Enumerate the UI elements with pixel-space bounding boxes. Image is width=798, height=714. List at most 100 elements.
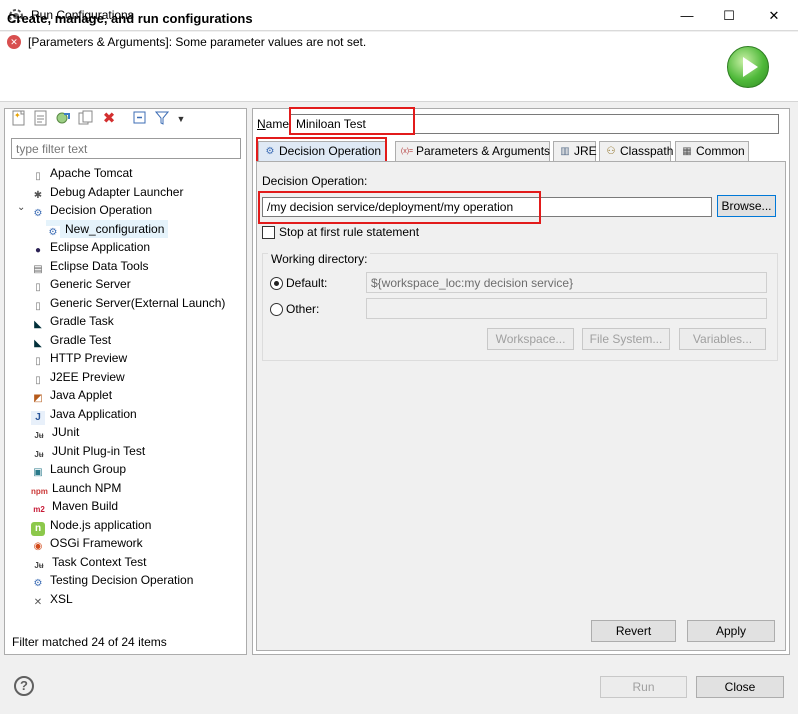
tab-label: Parameters & Arguments bbox=[416, 144, 551, 158]
tree-item[interactable]: npm Launch NPM bbox=[31, 479, 122, 499]
tree-item-label: Decision Operation bbox=[50, 203, 153, 217]
tree-item[interactable]: ✕ XSL bbox=[31, 590, 73, 610]
tab-label: Decision Operation bbox=[279, 144, 382, 158]
error-message: [Parameters & Arguments]: Some parameter… bbox=[28, 35, 367, 49]
other-directory-field[interactable] bbox=[366, 298, 767, 319]
default-radio[interactable] bbox=[270, 277, 283, 290]
tree-item-label: Gradle Test bbox=[50, 332, 112, 347]
default-label: Default: bbox=[286, 276, 328, 290]
tab-common[interactable]: ▦ Common bbox=[675, 141, 749, 162]
decision-icon: ⚙ bbox=[265, 146, 275, 157]
tree-item[interactable]: ▣ Launch Group bbox=[31, 460, 127, 480]
tree-item-label: Eclipse Data Tools bbox=[50, 258, 149, 273]
run-button[interactable]: Run bbox=[600, 676, 687, 698]
new-prototype-icon[interactable] bbox=[32, 110, 50, 128]
filter-icon[interactable] bbox=[153, 110, 171, 128]
tree-item[interactable]: ▯ Generic Server bbox=[31, 275, 131, 295]
working-directory-label: Working directory: bbox=[268, 252, 371, 266]
tree-item-label: Launch NPM bbox=[52, 480, 122, 495]
variables-button[interactable]: Variables... bbox=[679, 328, 766, 350]
maximize-button[interactable]: ☐ bbox=[706, 0, 752, 31]
tree-item-label: JUnit bbox=[52, 425, 80, 439]
tree-item[interactable]: Jʉ JUnit bbox=[31, 423, 80, 443]
tree-item[interactable]: ◣ Gradle Test bbox=[31, 331, 112, 351]
new-configuration-icon[interactable]: ✦ bbox=[10, 110, 28, 128]
tree-item[interactable]: ⚙ Decision Operation bbox=[31, 201, 153, 221]
tab-jre[interactable]: ▥ JRE bbox=[553, 141, 597, 162]
close-window-button[interactable]: ✕ bbox=[751, 0, 797, 31]
tree-item[interactable]: ▯ HTTP Preview bbox=[31, 349, 128, 369]
close-button[interactable]: Close bbox=[696, 676, 784, 698]
help-icon[interactable]: ? bbox=[14, 676, 34, 696]
decision-operation-label: Decision Operation: bbox=[262, 174, 368, 188]
minimize-button[interactable]: — bbox=[664, 0, 710, 31]
tree-item-label: Node.js application bbox=[50, 517, 152, 532]
tree-item-label: XSL bbox=[50, 591, 73, 606]
tree-item[interactable]: ◣ Gradle Task bbox=[31, 312, 114, 332]
tree-item[interactable]: ⚙ New_configuration bbox=[46, 219, 169, 240]
export-icon[interactable] bbox=[54, 110, 72, 128]
name-label: Name: bbox=[257, 117, 293, 131]
filter-status: Filter matched 24 of 24 items bbox=[12, 635, 167, 649]
tree-item-label: Generic Server(External Launch) bbox=[50, 295, 226, 310]
tree-item[interactable]: n Node.js application bbox=[31, 516, 152, 536]
jre-icon: ▥ bbox=[560, 146, 570, 157]
tree-item[interactable]: ● Eclipse Application bbox=[31, 238, 151, 258]
tab-label: Classpath bbox=[620, 144, 674, 158]
tree-item-label: Java Applet bbox=[50, 388, 113, 402]
tab-parameters-arguments[interactable]: (x)= Parameters & Arguments bbox=[395, 141, 550, 162]
xsl-icon: ✕ bbox=[31, 595, 45, 610]
browse-button[interactable]: Browse... bbox=[717, 195, 776, 217]
view-menu-chevron-down-icon[interactable]: ▼ bbox=[172, 110, 190, 128]
tree-item-label: Maven Build bbox=[52, 499, 119, 513]
filter-input[interactable] bbox=[11, 138, 241, 159]
tree-item-label: JUnit Plug-in Test bbox=[52, 443, 146, 458]
tree-item-label: New_configuration bbox=[65, 221, 165, 236]
workspace-button[interactable]: Workspace... bbox=[487, 328, 574, 350]
run-banner-icon bbox=[727, 46, 769, 88]
tree-item[interactable]: Jʉ Task Context Test bbox=[31, 553, 147, 573]
revert-button[interactable]: Revert bbox=[591, 620, 676, 642]
tree-item-label: Launch Group bbox=[50, 462, 127, 476]
decision-icon: ⚙ bbox=[31, 207, 45, 221]
tree-item-label: Generic Server bbox=[50, 277, 131, 291]
tree-item[interactable]: ✱ Debug Adapter Launcher bbox=[31, 183, 184, 203]
tree-item[interactable]: ▯ Generic Server(External Launch) bbox=[31, 294, 226, 314]
delete-icon[interactable]: ✖ bbox=[100, 110, 118, 128]
other-radio[interactable] bbox=[270, 303, 283, 316]
error-icon: ✕ bbox=[7, 35, 21, 49]
decision-operation-field[interactable] bbox=[262, 197, 712, 217]
stop-at-first-rule-checkbox[interactable] bbox=[262, 226, 275, 239]
collapse-all-icon[interactable] bbox=[131, 110, 149, 128]
tree-item[interactable]: ◩ Java Applet bbox=[31, 386, 113, 406]
default-directory-field[interactable]: ${workspace_loc:my decision service} bbox=[366, 272, 767, 293]
tree-item[interactable]: ⚙ Testing Decision Operation bbox=[31, 571, 194, 591]
tree-item-label: Testing Decision Operation bbox=[50, 573, 194, 587]
tree-item-label: HTTP Preview bbox=[50, 351, 128, 365]
tree-item[interactable]: ▯ J2EE Preview bbox=[31, 368, 125, 388]
chevron-down-icon[interactable]: ⌄ bbox=[17, 202, 25, 213]
file-system-button[interactable]: File System... bbox=[582, 328, 670, 350]
tree-item-label: Eclipse Application bbox=[50, 240, 151, 254]
common-icon: ▦ bbox=[682, 146, 692, 157]
duplicate-icon[interactable] bbox=[77, 110, 95, 128]
apply-button[interactable]: Apply bbox=[687, 620, 775, 642]
tree-item-label: Debug Adapter Launcher bbox=[50, 184, 184, 199]
tree-item-label: Java Application bbox=[50, 406, 137, 421]
tree-item-label: OSGi Framework bbox=[50, 536, 143, 550]
other-label: Other: bbox=[286, 302, 320, 316]
stop-at-first-rule-label: Stop at first rule statement bbox=[279, 225, 420, 239]
dialog-title: Create, manage, and run configurations bbox=[7, 11, 253, 26]
tree-item-label: J2EE Preview bbox=[50, 369, 125, 384]
arguments-icon: (x)= bbox=[400, 148, 414, 155]
tree-item[interactable]: Jʉ JUnit Plug-in Test bbox=[31, 442, 146, 462]
tree-item[interactable]: m2 Maven Build bbox=[31, 497, 119, 517]
name-field[interactable] bbox=[289, 114, 779, 134]
tab-decision-operation[interactable]: ⚙ Decision Operation bbox=[258, 141, 386, 162]
tree-item-label: Apache Tomcat bbox=[50, 166, 133, 180]
tree-item[interactable]: ◉ OSGi Framework bbox=[31, 534, 143, 554]
tree-item[interactable]: J Java Application bbox=[31, 405, 137, 425]
tree-item[interactable]: ▯ Apache Tomcat bbox=[31, 164, 133, 184]
tab-classpath[interactable]: ⚇ Classpath bbox=[599, 141, 674, 162]
tree-item[interactable]: ▤ Eclipse Data Tools bbox=[31, 257, 149, 277]
